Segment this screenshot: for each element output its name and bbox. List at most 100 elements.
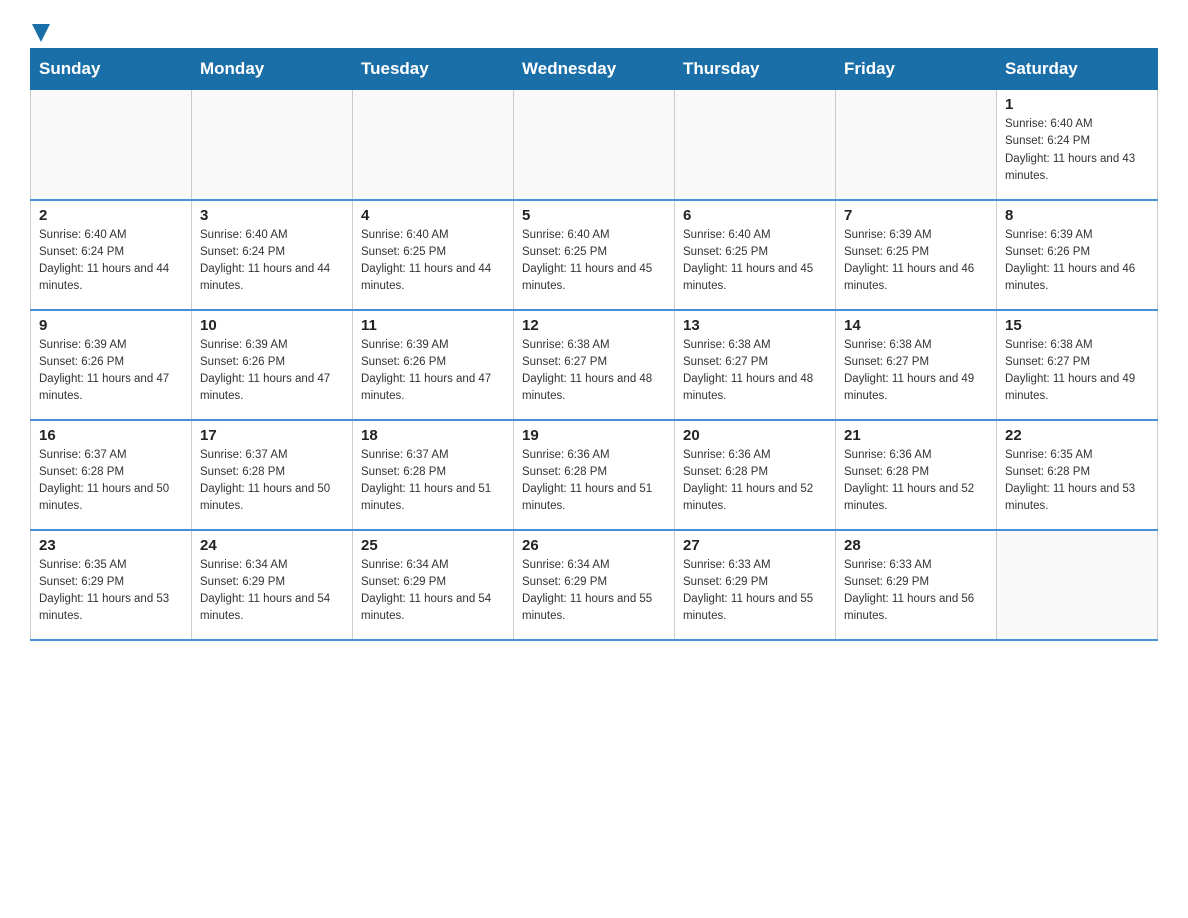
day-info: Sunrise: 6:39 AMSunset: 6:26 PMDaylight:… — [39, 337, 183, 406]
day-number: 13 — [683, 317, 827, 334]
day-info: Sunrise: 6:35 AMSunset: 6:29 PMDaylight:… — [39, 557, 183, 626]
day-info: Sunrise: 6:37 AMSunset: 6:28 PMDaylight:… — [39, 447, 183, 516]
table-row: 14 Sunrise: 6:38 AMSunset: 6:27 PMDayligh… — [836, 310, 997, 420]
day-number: 23 — [39, 537, 183, 554]
table-row: 28 Sunrise: 6:33 AMSunset: 6:29 PMDayligh… — [836, 530, 997, 640]
day-info: Sunrise: 6:34 AMSunset: 6:29 PMDaylight:… — [522, 557, 666, 626]
day-number: 12 — [522, 317, 666, 334]
table-row — [997, 530, 1158, 640]
day-info: Sunrise: 6:38 AMSunset: 6:27 PMDaylight:… — [683, 337, 827, 406]
table-row: 7 Sunrise: 6:39 AMSunset: 6:25 PMDaylight… — [836, 200, 997, 310]
table-row: 3 Sunrise: 6:40 AMSunset: 6:24 PMDaylight… — [192, 200, 353, 310]
table-row: 23 Sunrise: 6:35 AMSunset: 6:29 PMDayligh… — [31, 530, 192, 640]
table-row: 12 Sunrise: 6:38 AMSunset: 6:27 PMDayligh… — [514, 310, 675, 420]
table-row: 4 Sunrise: 6:40 AMSunset: 6:25 PMDaylight… — [353, 200, 514, 310]
day-info: Sunrise: 6:33 AMSunset: 6:29 PMDaylight:… — [683, 557, 827, 626]
day-number: 21 — [844, 427, 988, 444]
table-row — [514, 90, 675, 200]
day-number: 8 — [1005, 207, 1149, 224]
page-header — [30, 20, 1158, 38]
day-info: Sunrise: 6:38 AMSunset: 6:27 PMDaylight:… — [522, 337, 666, 406]
header-saturday: Saturday — [997, 49, 1158, 90]
day-number: 16 — [39, 427, 183, 444]
day-info: Sunrise: 6:38 AMSunset: 6:27 PMDaylight:… — [844, 337, 988, 406]
day-number: 24 — [200, 537, 344, 554]
header-friday: Friday — [836, 49, 997, 90]
table-row: 27 Sunrise: 6:33 AMSunset: 6:29 PMDayligh… — [675, 530, 836, 640]
table-row: 22 Sunrise: 6:35 AMSunset: 6:28 PMDayligh… — [997, 420, 1158, 530]
day-number: 7 — [844, 207, 988, 224]
day-info: Sunrise: 6:34 AMSunset: 6:29 PMDaylight:… — [200, 557, 344, 626]
day-number: 14 — [844, 317, 988, 334]
day-number: 5 — [522, 207, 666, 224]
table-row: 16 Sunrise: 6:37 AMSunset: 6:28 PMDayligh… — [31, 420, 192, 530]
day-info: Sunrise: 6:36 AMSunset: 6:28 PMDaylight:… — [522, 447, 666, 516]
day-info: Sunrise: 6:39 AMSunset: 6:26 PMDaylight:… — [361, 337, 505, 406]
day-info: Sunrise: 6:37 AMSunset: 6:28 PMDaylight:… — [200, 447, 344, 516]
header-thursday: Thursday — [675, 49, 836, 90]
table-row: 6 Sunrise: 6:40 AMSunset: 6:25 PMDaylight… — [675, 200, 836, 310]
table-row: 2 Sunrise: 6:40 AMSunset: 6:24 PMDaylight… — [31, 200, 192, 310]
day-info: Sunrise: 6:39 AMSunset: 6:26 PMDaylight:… — [200, 337, 344, 406]
day-info: Sunrise: 6:33 AMSunset: 6:29 PMDaylight:… — [844, 557, 988, 626]
calendar-week-row: 1 Sunrise: 6:40 AMSunset: 6:24 PMDaylight… — [31, 90, 1158, 200]
day-info: Sunrise: 6:40 AMSunset: 6:25 PMDaylight:… — [361, 227, 505, 296]
header-wednesday: Wednesday — [514, 49, 675, 90]
day-info: Sunrise: 6:38 AMSunset: 6:27 PMDaylight:… — [1005, 337, 1149, 406]
calendar-week-row: 23 Sunrise: 6:35 AMSunset: 6:29 PMDayligh… — [31, 530, 1158, 640]
table-row: 9 Sunrise: 6:39 AMSunset: 6:26 PMDaylight… — [31, 310, 192, 420]
day-info: Sunrise: 6:39 AMSunset: 6:26 PMDaylight:… — [1005, 227, 1149, 296]
day-number: 25 — [361, 537, 505, 554]
day-number: 4 — [361, 207, 505, 224]
header-sunday: Sunday — [31, 49, 192, 90]
day-number: 6 — [683, 207, 827, 224]
day-number: 15 — [1005, 317, 1149, 334]
table-row: 11 Sunrise: 6:39 AMSunset: 6:26 PMDayligh… — [353, 310, 514, 420]
table-row: 25Sunrise: 6:34 AMSunset: 6:29 PMDayligh… — [353, 530, 514, 640]
table-row: 21 Sunrise: 6:36 AMSunset: 6:28 PMDayligh… — [836, 420, 997, 530]
table-row: 17 Sunrise: 6:37 AMSunset: 6:28 PMDayligh… — [192, 420, 353, 530]
table-row: 26Sunrise: 6:34 AMSunset: 6:29 PMDayligh… — [514, 530, 675, 640]
table-row — [836, 90, 997, 200]
day-number: 22 — [1005, 427, 1149, 444]
day-info: Sunrise: 6:35 AMSunset: 6:28 PMDaylight:… — [1005, 447, 1149, 516]
table-row: 19 Sunrise: 6:36 AMSunset: 6:28 PMDayligh… — [514, 420, 675, 530]
day-info: Sunrise: 6:36 AMSunset: 6:28 PMDaylight:… — [844, 447, 988, 516]
table-row: 18Sunrise: 6:37 AMSunset: 6:28 PMDayligh… — [353, 420, 514, 530]
day-number: 17 — [200, 427, 344, 444]
table-row: 1 Sunrise: 6:40 AMSunset: 6:24 PMDaylight… — [997, 90, 1158, 200]
table-row: 10 Sunrise: 6:39 AMSunset: 6:26 PMDayligh… — [192, 310, 353, 420]
day-number: 18 — [361, 427, 505, 444]
day-number: 3 — [200, 207, 344, 224]
day-number: 1 — [1005, 96, 1149, 113]
day-info: Sunrise: 6:40 AMSunset: 6:24 PMDaylight:… — [200, 227, 344, 296]
weekday-header-row: Sunday Monday Tuesday Wednesday Thursday… — [31, 49, 1158, 90]
table-row: 13 Sunrise: 6:38 AMSunset: 6:27 PMDayligh… — [675, 310, 836, 420]
table-row: 20Sunrise: 6:36 AMSunset: 6:28 PMDayligh… — [675, 420, 836, 530]
table-row — [31, 90, 192, 200]
table-row — [192, 90, 353, 200]
day-number: 10 — [200, 317, 344, 334]
day-number: 2 — [39, 207, 183, 224]
day-info: Sunrise: 6:39 AMSunset: 6:25 PMDaylight:… — [844, 227, 988, 296]
table-row: 24 Sunrise: 6:34 AMSunset: 6:29 PMDayligh… — [192, 530, 353, 640]
day-info: Sunrise: 6:40 AMSunset: 6:24 PMDaylight:… — [1005, 116, 1149, 185]
table-row — [675, 90, 836, 200]
header-tuesday: Tuesday — [353, 49, 514, 90]
logo — [30, 20, 50, 38]
day-number: 19 — [522, 427, 666, 444]
day-number: 28 — [844, 537, 988, 554]
day-info: Sunrise: 6:40 AMSunset: 6:25 PMDaylight:… — [683, 227, 827, 296]
day-number: 20 — [683, 427, 827, 444]
calendar-table: Sunday Monday Tuesday Wednesday Thursday… — [30, 48, 1158, 641]
day-info: Sunrise: 6:40 AMSunset: 6:24 PMDaylight:… — [39, 227, 183, 296]
calendar-week-row: 16 Sunrise: 6:37 AMSunset: 6:28 PMDayligh… — [31, 420, 1158, 530]
logo-arrow-icon — [32, 24, 50, 42]
day-number: 9 — [39, 317, 183, 334]
day-number: 11 — [361, 317, 505, 334]
table-row: 15 Sunrise: 6:38 AMSunset: 6:27 PMDayligh… — [997, 310, 1158, 420]
day-number: 27 — [683, 537, 827, 554]
header-monday: Monday — [192, 49, 353, 90]
calendar-week-row: 2 Sunrise: 6:40 AMSunset: 6:24 PMDaylight… — [31, 200, 1158, 310]
table-row: 5Sunrise: 6:40 AMSunset: 6:25 PMDaylight… — [514, 200, 675, 310]
